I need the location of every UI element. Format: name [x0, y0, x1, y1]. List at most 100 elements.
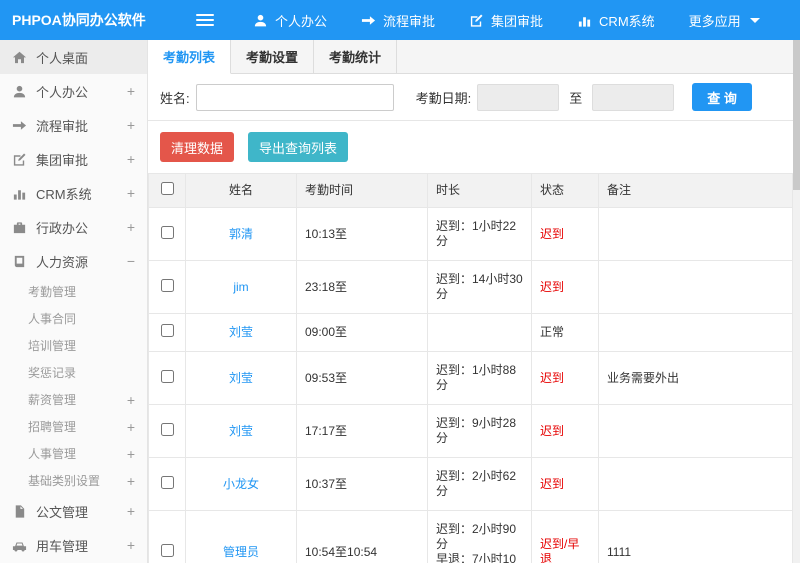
- employee-name-link[interactable]: 刘莹: [229, 371, 253, 385]
- date-from-input[interactable]: [477, 83, 560, 111]
- menu-toggle-icon[interactable]: [196, 11, 214, 29]
- row-checkbox[interactable]: [160, 543, 174, 557]
- row-checkbox[interactable]: [160, 422, 174, 436]
- main-content: 考勤列表 考勤设置 考勤统计 姓名: 考勤日期: 至 查 询 清理数据 导出查询…: [148, 40, 800, 563]
- expand-toggle[interactable]: +: [123, 83, 135, 99]
- sidebar-subitem-attendance-mgmt[interactable]: 考勤管理: [0, 278, 147, 305]
- sidebar-item-document-mgmt[interactable]: 公文管理 +: [0, 494, 147, 528]
- table-row: 刘莹 17:17至 迟到：9小时28分 迟到: [148, 404, 793, 458]
- export-list-button[interactable]: 导出查询列表: [248, 132, 349, 162]
- expand-toggle[interactable]: +: [123, 419, 135, 435]
- table-row: jim 23:18至 迟到：14小时30分 迟到: [148, 260, 793, 314]
- duration: 迟到：1小时22分: [427, 207, 532, 261]
- attendance-time: 09:00至: [296, 313, 428, 352]
- employee-name-link[interactable]: 刘莹: [229, 325, 253, 339]
- expand-toggle[interactable]: +: [123, 219, 135, 235]
- row-checkbox[interactable]: [160, 324, 174, 337]
- sidebar-subitem-basic-category-settings[interactable]: 基础类别设置 +: [0, 467, 147, 494]
- sidebar-item-vehicle-mgmt[interactable]: 用车管理 +: [0, 528, 147, 562]
- row-checkbox[interactable]: [160, 369, 174, 383]
- sidebar-item-crm[interactable]: CRM系统 +: [0, 176, 147, 210]
- expand-toggle[interactable]: +: [123, 537, 135, 553]
- sidebar-item-personal-desktop[interactable]: 个人桌面: [0, 40, 147, 74]
- sidebar-subitem-label: 招聘管理: [28, 420, 77, 434]
- chart-icon: [577, 13, 592, 28]
- row-checkbox[interactable]: [160, 225, 174, 239]
- sidebar-item-label: 个人桌面: [36, 50, 89, 66]
- sidebar-item-label: CRM系统: [36, 186, 92, 202]
- tab-attendance-stats[interactable]: 考勤统计: [314, 40, 398, 73]
- sidebar-subitem-label: 薪资管理: [28, 393, 77, 407]
- status-badge: 迟到/早退: [531, 510, 599, 563]
- duration: 迟到：1小时88分: [427, 351, 532, 405]
- employee-name-link[interactable]: 刘莹: [229, 424, 253, 438]
- date-to-input[interactable]: [592, 83, 675, 111]
- car-icon: [12, 538, 27, 553]
- nav-more-apps[interactable]: 更多应用: [672, 0, 777, 40]
- chevron-down-icon: [749, 17, 760, 23]
- expand-toggle[interactable]: +: [123, 185, 135, 201]
- name-filter-input[interactable]: [195, 83, 394, 111]
- nav-group-approval[interactable]: 集团审批: [452, 0, 560, 40]
- collapse-toggle[interactable]: −: [123, 253, 135, 269]
- expand-toggle[interactable]: +: [123, 392, 135, 408]
- sidebar-item-admin-office[interactable]: 行政办公 +: [0, 210, 147, 244]
- tab-attendance-list[interactable]: 考勤列表: [148, 40, 232, 74]
- search-button[interactable]: 查 询: [692, 83, 752, 111]
- sidebar-item-label: 个人办公: [36, 84, 89, 100]
- duration: 迟到：2小时90分 早退：7小时10分: [427, 510, 532, 563]
- date-to-label: 至: [569, 90, 583, 106]
- sidebar-subitem-recruitment-mgmt[interactable]: 招聘管理 +: [0, 413, 147, 440]
- col-header-status: 状态: [531, 173, 599, 208]
- main-layout: 个人桌面 个人办公 + 流程审批 + 集团审批 + CRM系统 + 行政办公 +: [0, 40, 800, 563]
- tab-attendance-settings[interactable]: 考勤设置: [231, 40, 315, 73]
- vertical-scrollbar[interactable]: [793, 40, 800, 563]
- row-checkbox[interactable]: [160, 278, 174, 292]
- scrollbar-thumb[interactable]: [793, 40, 800, 190]
- sidebar-item-label: 用车管理: [36, 538, 89, 554]
- sidebar-subitem-personnel-mgmt[interactable]: 人事管理 +: [0, 440, 147, 467]
- sidebar-subitem-personnel-contract[interactable]: 人事合同: [0, 305, 147, 332]
- employee-name-link[interactable]: jim: [233, 280, 248, 294]
- clean-data-button[interactable]: 清理数据: [160, 132, 235, 162]
- flow-icon: [361, 13, 376, 28]
- status-badge: 正常: [531, 313, 599, 352]
- nav-label: 个人办公: [275, 13, 328, 29]
- employee-name-link[interactable]: 小龙女: [223, 477, 259, 491]
- sidebar-subitem-salary-mgmt[interactable]: 薪资管理 +: [0, 386, 147, 413]
- sidebar-item-group-approval[interactable]: 集团审批 +: [0, 142, 147, 176]
- action-bar: 清理数据 导出查询列表: [148, 121, 800, 173]
- row-checkbox[interactable]: [160, 475, 174, 489]
- top-nav: 个人办公 流程审批 集团审批 CRM系统 更多应用: [236, 0, 777, 40]
- table-row: 刘莹 09:00至 正常: [148, 313, 793, 352]
- duration: 迟到：9小时28分: [427, 404, 532, 458]
- sidebar-subitem-label: 培训管理: [28, 339, 77, 353]
- sidebar-item-workflow-approval[interactable]: 流程审批 +: [0, 108, 147, 142]
- home-icon: [12, 50, 27, 65]
- sidebar-subitem-reward-punishment[interactable]: 奖惩记录: [0, 359, 147, 386]
- expand-toggle[interactable]: +: [123, 151, 135, 167]
- nav-personal-office[interactable]: 个人办公: [236, 0, 344, 40]
- sidebar-item-label: 流程审批: [36, 118, 89, 134]
- status-badge: 迟到: [531, 404, 599, 458]
- note: [598, 313, 793, 352]
- nav-workflow-approval[interactable]: 流程审批: [344, 0, 452, 40]
- sidebar-item-label: 行政办公: [36, 220, 89, 236]
- select-all-checkbox[interactable]: [160, 182, 174, 195]
- sidebar: 个人桌面 个人办公 + 流程审批 + 集团审批 + CRM系统 + 行政办公 +: [0, 40, 148, 563]
- sidebar-subitem-training-mgmt[interactable]: 培训管理: [0, 332, 147, 359]
- sidebar-item-hr[interactable]: 人力资源 −: [0, 244, 147, 278]
- tab-bar: 考勤列表 考勤设置 考勤统计: [148, 40, 800, 74]
- expand-toggle[interactable]: +: [123, 117, 135, 133]
- expand-toggle[interactable]: +: [123, 503, 135, 519]
- expand-toggle[interactable]: +: [123, 446, 135, 462]
- attendance-table: 姓名 考勤时间 时长 状态 备注 郭清 10:13至 迟到：1小时22分 迟到: [148, 173, 793, 563]
- status-badge: 迟到: [531, 207, 599, 261]
- nav-crm-system[interactable]: CRM系统: [560, 0, 672, 40]
- sidebar-item-label: 人力资源: [36, 254, 89, 270]
- duration: 迟到：2小时62分: [427, 457, 532, 511]
- employee-name-link[interactable]: 郭清: [229, 227, 253, 241]
- employee-name-link[interactable]: 管理员: [223, 545, 259, 559]
- sidebar-item-personal-office[interactable]: 个人办公 +: [0, 74, 147, 108]
- expand-toggle[interactable]: +: [123, 473, 135, 489]
